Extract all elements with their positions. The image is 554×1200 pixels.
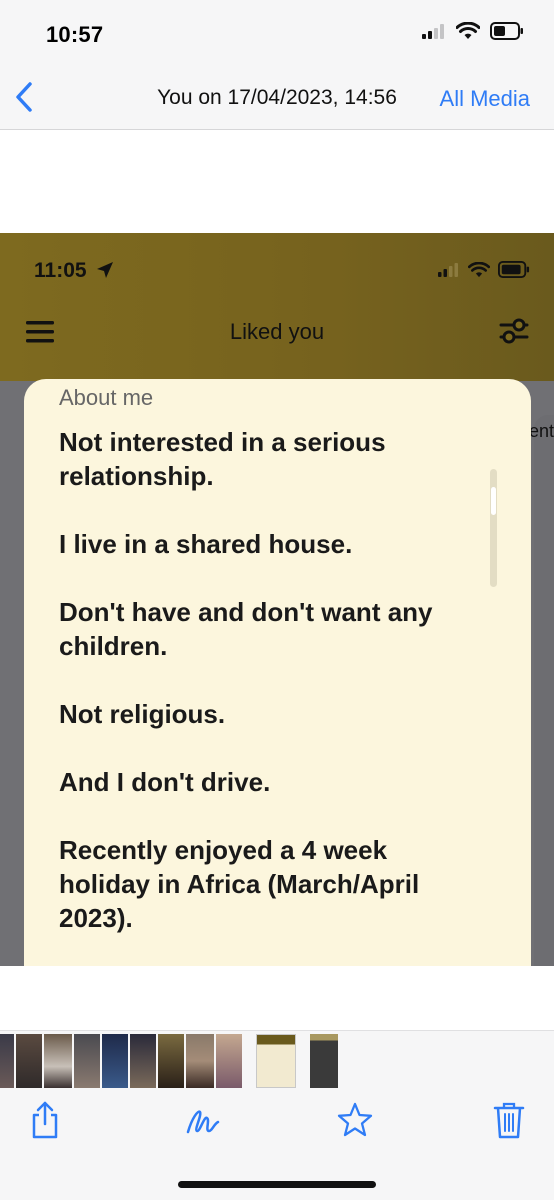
embedded-header: 11:05 Liked you: [0, 233, 554, 383]
embedded-page-title: Liked you: [229, 319, 325, 344]
share-icon[interactable]: [28, 1100, 62, 1140]
embedded-status-time: 11:05: [34, 259, 87, 282]
about-me-card[interactable]: About me Not interested in a serious rel…: [24, 379, 531, 966]
embedded-wifi-icon: [468, 261, 490, 277]
next-card-peek: [534, 415, 554, 966]
thumbnail-selected[interactable]: [310, 1034, 338, 1088]
markup-icon[interactable]: [184, 1100, 224, 1140]
about-me-paragraph: Don't have and don't want any children.: [59, 597, 433, 661]
thumbnail[interactable]: [216, 1034, 242, 1088]
embedded-cellular-signal-icon: [438, 263, 458, 277]
thumbnail[interactable]: [74, 1034, 100, 1088]
about-me-paragraph: Not religious.: [59, 699, 226, 729]
all-media-button[interactable]: All Media: [440, 86, 530, 112]
embedded-battery-icon: [498, 261, 530, 278]
thumbnail[interactable]: [256, 1034, 296, 1088]
about-me-paragraph: And I don't drive.: [59, 767, 271, 797]
thumbnail[interactable]: [102, 1034, 128, 1088]
embedded-status-icons: [438, 261, 530, 278]
about-me-text: Not interested in a serious relationship…: [59, 425, 479, 966]
trash-icon[interactable]: [492, 1100, 526, 1140]
cellular-signal-icon: [422, 24, 444, 39]
next-card-peek-text: ent: [528, 421, 554, 441]
location-arrow-icon: [97, 262, 113, 278]
about-me-paragraph: Not interested in a serious relationship…: [59, 427, 386, 491]
thumbnail-strip[interactable]: [0, 1030, 554, 1088]
wifi-icon: [456, 22, 480, 39]
bottom-toolbar: [0, 1088, 554, 1200]
favorite-icon[interactable]: [336, 1100, 374, 1140]
filter-sliders-icon[interactable]: [498, 315, 530, 347]
home-indicator[interactable]: [178, 1181, 376, 1188]
thumbnail[interactable]: [44, 1034, 72, 1088]
nav-bar: You on 17/04/2023, 14:56 All Media: [0, 62, 554, 130]
thumbnail[interactable]: [186, 1034, 214, 1088]
scrollbar-thumb[interactable]: [491, 487, 496, 515]
thumbnail[interactable]: [130, 1034, 156, 1088]
about-me-paragraph: I live in a shared house.: [59, 529, 353, 559]
status-time: 10:57: [46, 22, 104, 47]
thumbnail[interactable]: [16, 1034, 42, 1088]
battery-icon: [490, 22, 523, 40]
status-icons: [422, 22, 524, 40]
embedded-screenshot[interactable]: 11:05 Liked you ent About me Not interes…: [0, 233, 554, 966]
status-bar: 10:57: [0, 0, 554, 62]
thumbnail[interactable]: [0, 1034, 14, 1088]
thumbnail[interactable]: [158, 1034, 184, 1088]
about-me-heading: About me: [59, 385, 154, 410]
about-me-paragraph: Recently enjoyed a 4 week holiday in Afr…: [59, 835, 420, 933]
